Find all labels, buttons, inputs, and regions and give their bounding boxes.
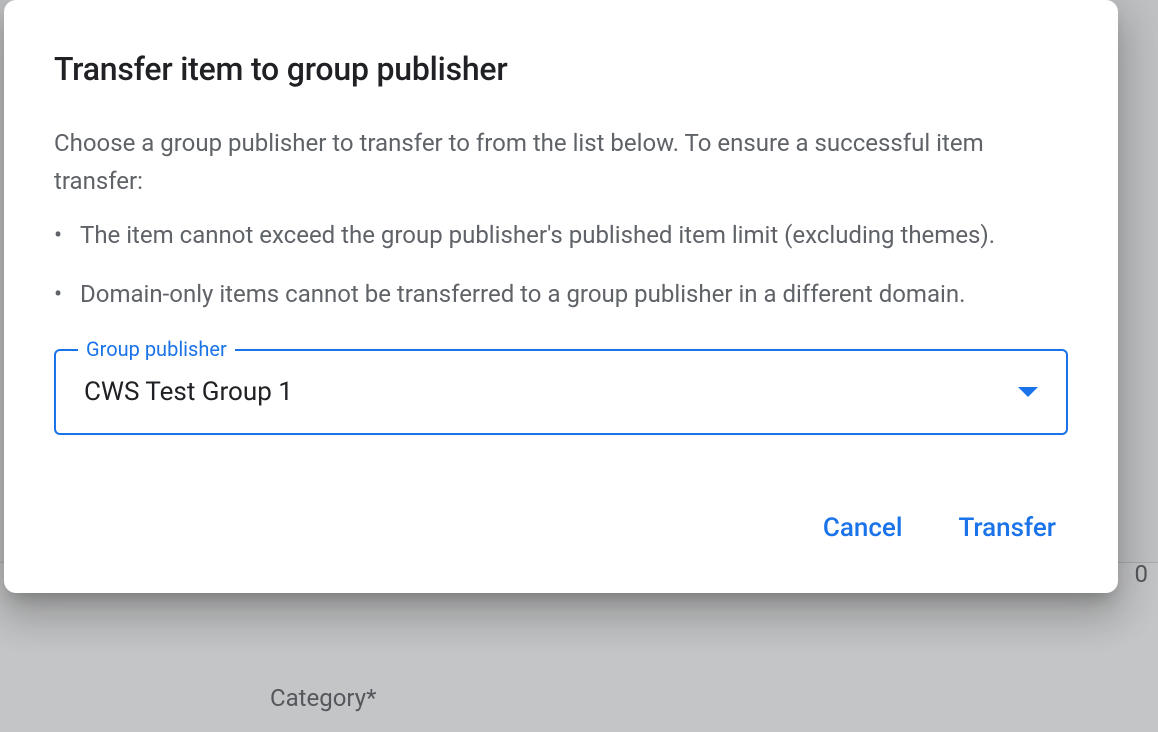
requirement-item: The item cannot exceed the group publish…: [80, 217, 1068, 254]
group-publisher-select[interactable]: Group publisher CWS Test Group 1: [54, 349, 1068, 435]
transfer-button[interactable]: Transfer: [954, 505, 1060, 551]
modal-title: Transfer item to group publisher: [54, 50, 1068, 88]
select-label: Group publisher: [78, 337, 235, 361]
cancel-button[interactable]: Cancel: [819, 505, 907, 551]
modal-actions: Cancel Transfer: [54, 505, 1068, 551]
select-value: CWS Test Group 1: [84, 377, 293, 407]
requirement-item: Domain-only items cannot be transferred …: [80, 276, 1068, 313]
requirements-list: The item cannot exceed the group publish…: [54, 217, 1068, 313]
chevron-down-icon: [1018, 387, 1038, 397]
transfer-modal: Transfer item to group publisher Choose …: [4, 0, 1118, 593]
modal-description: Choose a group publisher to transfer to …: [54, 124, 1068, 201]
